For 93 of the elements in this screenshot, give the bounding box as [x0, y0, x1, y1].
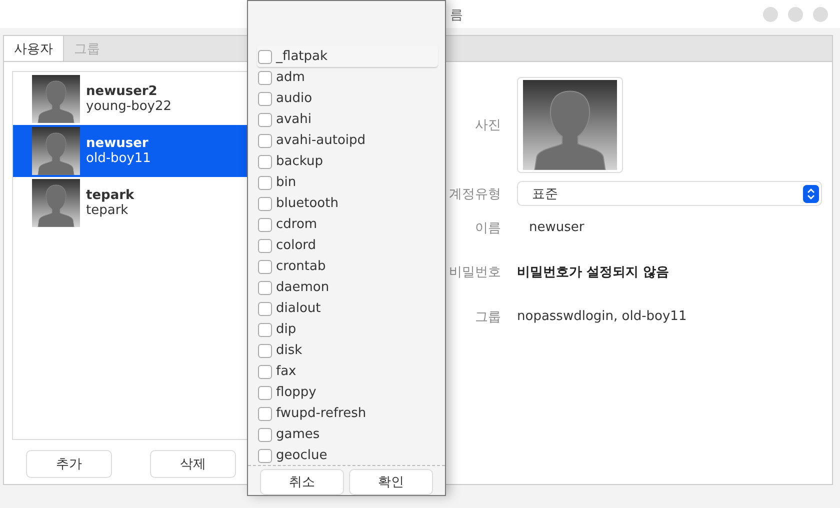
group-name: bluetooth: [276, 196, 338, 211]
user-list-item[interactable]: tepark tepark: [13, 177, 249, 229]
checkbox[interactable]: [258, 386, 272, 400]
user-group: old-boy11: [86, 151, 151, 166]
tab[interactable]: 사용자: [4, 36, 64, 61]
group-list-item[interactable]: bin: [257, 172, 438, 193]
checkbox[interactable]: [258, 364, 272, 378]
checkbox[interactable]: [258, 196, 272, 210]
field-label: 그룹: [475, 308, 501, 326]
group-name: colord: [276, 238, 316, 253]
avatar-icon: [32, 75, 80, 123]
group-list-item[interactable]: games: [257, 424, 438, 445]
checkbox[interactable]: [258, 112, 272, 126]
group-list-item[interactable]: geoclue: [257, 445, 438, 465]
group-name: disk: [276, 343, 302, 358]
group-list-item[interactable]: dialout: [257, 298, 438, 319]
field-label: 사진: [475, 117, 501, 134]
group-list-item[interactable]: bluetooth: [257, 193, 438, 214]
group-name: audio: [276, 91, 312, 106]
group-name: games: [276, 427, 320, 442]
photo-frame[interactable]: [517, 77, 623, 173]
name-value: newuser: [528, 219, 586, 237]
group-name: geoclue: [276, 448, 328, 463]
group-list-item[interactable]: fwupd-refresh: [257, 403, 438, 424]
user-name: newuser: [86, 136, 150, 151]
group-name: _flatpak: [276, 49, 328, 64]
group-name: fax: [276, 364, 296, 379]
checkbox[interactable]: [258, 70, 272, 84]
checkbox[interactable]: [258, 50, 272, 64]
group-list-item[interactable]: audio: [257, 88, 438, 109]
group-list-item[interactable]: _flatpak: [257, 46, 438, 67]
group-list-item[interactable]: cdrom: [257, 214, 438, 235]
user-name: newuser2: [86, 84, 158, 99]
checkbox[interactable]: [258, 154, 272, 168]
user-group: tepark: [86, 203, 134, 218]
group-list-item[interactable]: adm: [257, 67, 438, 88]
checkbox[interactable]: [258, 280, 272, 294]
checkbox[interactable]: [258, 302, 272, 316]
checkbox[interactable]: [258, 238, 272, 252]
group-list-item[interactable]: dip: [257, 319, 438, 340]
action-button[interactable]: 삭제: [150, 450, 236, 478]
group-name: avahi: [276, 112, 312, 127]
checkbox[interactable]: [258, 428, 272, 442]
group-list-item[interactable]: daemon: [257, 277, 438, 298]
window-title: 름: [450, 7, 463, 24]
avatar-icon: [32, 127, 80, 175]
action-button[interactable]: 추가: [26, 450, 112, 478]
checkbox[interactable]: [258, 176, 272, 190]
field-label: 이름: [475, 220, 501, 236]
field-label: 비밀번호: [449, 264, 501, 281]
checkbox[interactable]: [258, 448, 272, 462]
group-name: cdrom: [276, 217, 318, 232]
checkbox[interactable]: [258, 344, 272, 358]
checkbox[interactable]: [258, 134, 272, 148]
checkbox[interactable]: [258, 92, 272, 106]
user-list-item[interactable]: newuser2 young-boy22: [13, 73, 249, 125]
group-name: adm: [276, 70, 305, 85]
user-name: tepark: [86, 188, 134, 203]
window-control-icon[interactable]: [763, 6, 778, 22]
group-name: floppy: [276, 385, 316, 400]
chevron-icon: [803, 184, 819, 202]
checkbox[interactable]: [258, 406, 272, 420]
checkbox[interactable]: [258, 218, 272, 232]
group-name: fwupd-refresh: [276, 406, 366, 421]
group-list-item[interactable]: avahi: [257, 109, 438, 130]
group-list-item[interactable]: avahi-autoipd: [257, 130, 438, 151]
dialog-button[interactable]: 확인: [349, 469, 433, 495]
group-list-item[interactable]: disk: [257, 340, 438, 361]
field-label: 계정유형: [449, 186, 501, 202]
dialog-button[interactable]: 취소: [260, 469, 344, 495]
user-list-item[interactable]: newuser old-boy11: [13, 125, 249, 177]
groups-value: nopasswdlogin, old-boy11: [517, 309, 687, 324]
checkbox[interactable]: [258, 322, 272, 336]
group-name: bin: [276, 175, 296, 190]
group-name: dip: [276, 322, 296, 337]
group-list-item[interactable]: crontab: [257, 256, 438, 277]
group-list-item[interactable]: colord: [257, 235, 438, 256]
group-list-item[interactable]: fax: [257, 361, 438, 382]
checkbox[interactable]: [258, 260, 272, 274]
user-group: young-boy22: [86, 99, 172, 114]
window-control-icon[interactable]: [813, 6, 828, 22]
group-name: crontab: [276, 259, 326, 274]
avatar-icon: [32, 179, 80, 227]
group-list-item[interactable]: backup: [257, 151, 438, 172]
group-name: backup: [276, 154, 323, 169]
group-name: daemon: [276, 280, 330, 295]
password-value: 비밀번호가 설정되지 않음: [517, 265, 670, 280]
account-type-select[interactable]: 표준: [517, 181, 822, 206]
window-control-icon[interactable]: [788, 6, 803, 22]
group-name: avahi-autoipd: [276, 133, 366, 148]
avatar-icon: [523, 80, 617, 170]
group-name: dialout: [276, 301, 321, 316]
group-list-item[interactable]: floppy: [257, 382, 438, 403]
